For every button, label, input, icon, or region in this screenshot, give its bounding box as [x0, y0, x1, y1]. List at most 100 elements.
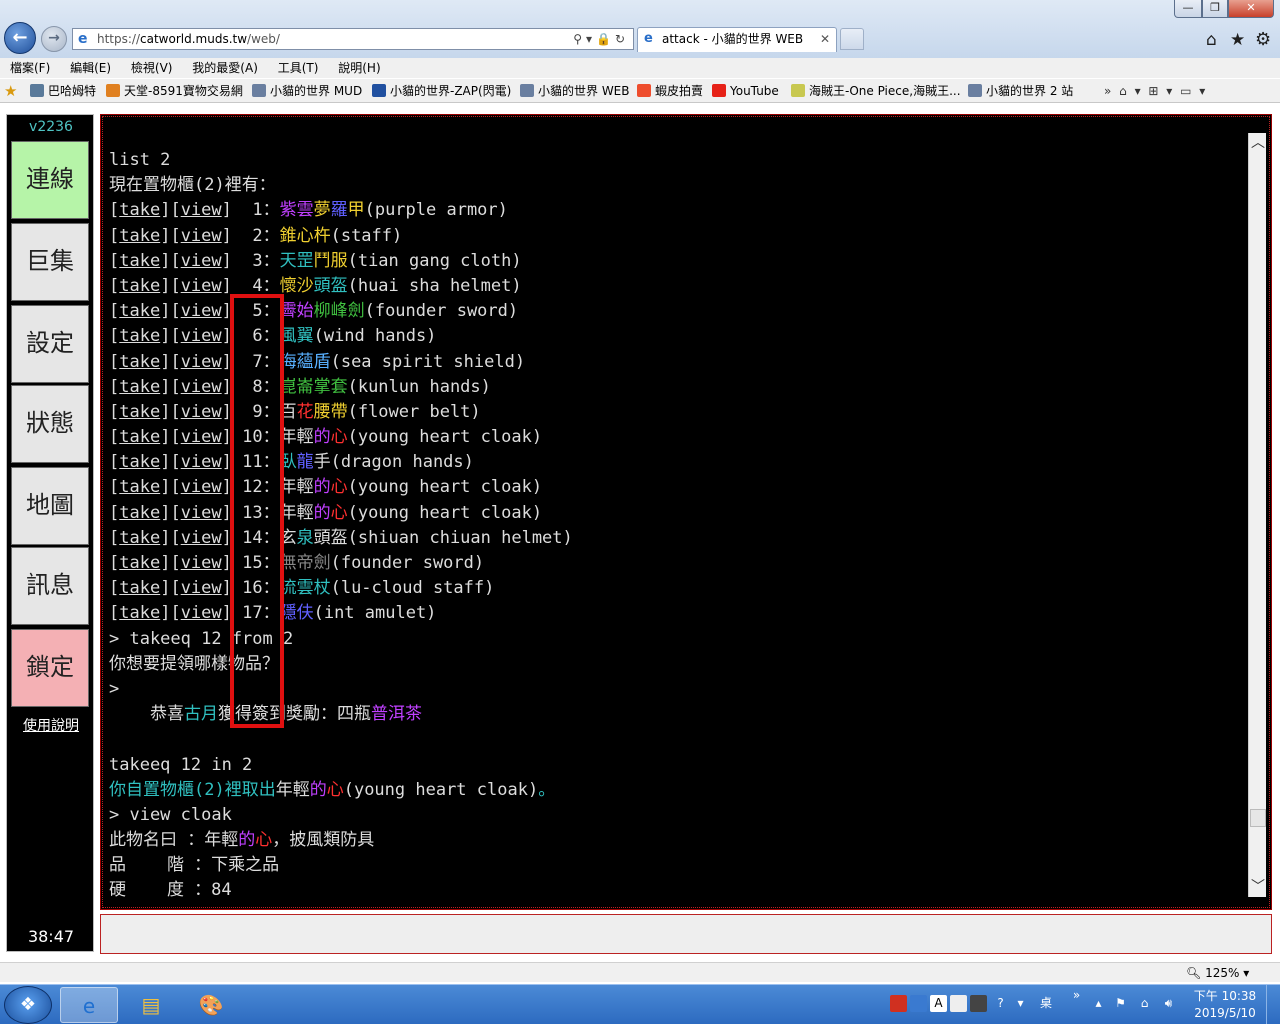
view-link[interactable]: view: [181, 301, 222, 321]
view-link[interactable]: view: [181, 427, 222, 447]
browser-tab-active[interactable]: e attack - 小貓的世界 WEB ✕: [637, 27, 837, 52]
take-link[interactable]: take: [119, 427, 160, 447]
take-link[interactable]: take: [119, 477, 160, 497]
take-link[interactable]: take: [119, 200, 160, 220]
take-link[interactable]: take: [119, 226, 160, 246]
take-link[interactable]: take: [119, 251, 160, 271]
zoom-level[interactable]: 🔍︎ 125% ▾: [1186, 963, 1249, 983]
favorites-star-icon[interactable]: ★: [1230, 30, 1245, 50]
ime-options-icon[interactable]: ▾: [1012, 995, 1029, 1012]
take-link[interactable]: take: [119, 503, 160, 523]
internet-explorer-icon[interactable]: e: [60, 987, 118, 1023]
view-link[interactable]: view: [181, 377, 222, 397]
view-link[interactable]: view: [181, 503, 222, 523]
lock-button[interactable]: 鎖定: [11, 629, 89, 707]
menu-file[interactable]: 檔案(F): [4, 58, 56, 78]
help-icon[interactable]: ?: [992, 995, 1009, 1012]
map-button[interactable]: 地圖: [11, 467, 89, 545]
close-window-button[interactable]: ✕: [1228, 0, 1274, 18]
view-link[interactable]: view: [181, 226, 222, 246]
settings-button[interactable]: 設定: [11, 305, 89, 383]
take-link[interactable]: take: [119, 276, 160, 296]
view-link[interactable]: view: [181, 452, 222, 472]
maximize-button[interactable]: ❐: [1202, 0, 1228, 18]
macro-button[interactable]: 巨集: [11, 223, 89, 301]
status-button[interactable]: 狀態: [11, 385, 89, 463]
message-button[interactable]: 訊息: [11, 547, 89, 625]
taskbar-time[interactable]: 下午 10:38: [1190, 988, 1260, 1004]
scroll-up-icon[interactable]: ︿: [1249, 133, 1267, 153]
view-link[interactable]: view: [181, 251, 222, 271]
minimize-button[interactable]: —: [1174, 0, 1202, 18]
forward-button[interactable]: →: [41, 26, 67, 52]
fav-link-bahamut[interactable]: 巴哈姆特: [30, 79, 96, 102]
fav-link-onepiece[interactable]: 海賊王-One Piece,海賊王...: [791, 79, 961, 102]
fav-link-catworld-web[interactable]: 小貓的世界 WEB: [520, 79, 630, 102]
menu-view[interactable]: 檢視(V): [125, 58, 179, 78]
view-link[interactable]: view: [181, 402, 222, 422]
gear-icon[interactable]: ⚙: [1255, 29, 1271, 50]
ime-a-icon[interactable]: A: [930, 995, 947, 1012]
start-button[interactable]: ❖: [4, 986, 52, 1024]
back-button[interactable]: ←: [4, 22, 36, 54]
show-desktop-button[interactable]: [1266, 985, 1280, 1024]
new-tab-button[interactable]: [840, 28, 864, 50]
command-bar-icons[interactable]: » ⌂ ▾ ⊞ ▾ ▭ ▾: [1104, 79, 1207, 102]
take-link[interactable]: take: [119, 528, 160, 548]
view-link[interactable]: view: [181, 578, 222, 598]
home-icon[interactable]: ⌂: [1206, 30, 1217, 50]
toolbar-chevron-icon[interactable]: »: [1068, 987, 1085, 1004]
help-link[interactable]: 使用說明: [7, 715, 95, 735]
take-link[interactable]: take: [119, 603, 160, 623]
command-input[interactable]: [100, 914, 1272, 954]
address-bar[interactable]: e https://catworld.muds.tw/web/ ⚲▾🔒↻: [72, 28, 634, 50]
view-link[interactable]: view: [181, 276, 222, 296]
fav-link-catworld-zap[interactable]: 小貓的世界-ZAP(閃電): [372, 79, 511, 102]
volume-icon[interactable]: 🔊︎: [1160, 995, 1177, 1012]
take-link[interactable]: take: [119, 578, 160, 598]
show-hidden-icons-icon[interactable]: ▴: [1090, 995, 1107, 1012]
action-center-flag-icon[interactable]: ⚑: [1112, 995, 1129, 1012]
fav-link-catworld-2[interactable]: 小貓的世界 2 站: [968, 79, 1073, 102]
sync-icon[interactable]: [910, 995, 927, 1012]
mud-terminal[interactable]: list 2 現在置物櫃(2)裡有： [take][view] 1：紫雲夢羅甲(pu…: [100, 114, 1272, 910]
paint-icon[interactable]: 🎨: [182, 987, 240, 1023]
fav-link-8591[interactable]: 天堂-8591寶物交易網: [106, 79, 243, 102]
menu-favorites[interactable]: 我的最愛(A): [186, 58, 264, 78]
take-link[interactable]: take: [119, 326, 160, 346]
tab-close-icon[interactable]: ✕: [820, 28, 830, 51]
menu-edit[interactable]: 編輯(E): [64, 58, 117, 78]
fav-link-shopee[interactable]: 蝦皮拍賣: [637, 79, 703, 102]
view-link[interactable]: view: [181, 477, 222, 497]
ime-toggle-icon[interactable]: [950, 995, 967, 1012]
network-icon[interactable]: ⌂: [1136, 995, 1153, 1012]
take-link[interactable]: take: [119, 402, 160, 422]
view-link[interactable]: view: [181, 326, 222, 346]
menu-help[interactable]: 說明(H): [332, 58, 386, 78]
address-search-lock-refresh-icons[interactable]: ⚲▾🔒↻: [573, 29, 629, 49]
favorites-star-icon[interactable]: ★: [4, 79, 17, 102]
file-explorer-icon[interactable]: ▤: [122, 987, 180, 1023]
fav-link-youtube[interactable]: YouTube: [712, 79, 779, 102]
view-link[interactable]: view: [181, 352, 222, 372]
view-link[interactable]: view: [181, 553, 222, 573]
menu-tools[interactable]: 工具(T): [272, 58, 325, 78]
view-link[interactable]: view: [181, 528, 222, 548]
terminal-text: 風翼: [279, 326, 314, 347]
view-link[interactable]: view: [181, 603, 222, 623]
take-link[interactable]: take: [119, 352, 160, 372]
pdf-icon[interactable]: [890, 995, 907, 1012]
take-link[interactable]: take: [119, 553, 160, 573]
view-link[interactable]: view: [181, 200, 222, 220]
ime-pad-icon[interactable]: [970, 995, 987, 1012]
terminal-scrollbar[interactable]: ︿ ﹀: [1248, 133, 1266, 897]
scroll-down-icon[interactable]: ﹀: [1249, 877, 1267, 897]
desktop-toolbar-label[interactable]: 桌面: [1040, 985, 1052, 1024]
taskbar-date[interactable]: 2019/5/10: [1190, 1005, 1260, 1021]
connect-button[interactable]: 連線: [11, 141, 89, 219]
take-link[interactable]: take: [119, 377, 160, 397]
take-link[interactable]: take: [119, 301, 160, 321]
scroll-thumb[interactable]: [1250, 809, 1266, 827]
take-link[interactable]: take: [119, 452, 160, 472]
fav-link-catworld-mud[interactable]: 小貓的世界 MUD: [252, 79, 362, 102]
